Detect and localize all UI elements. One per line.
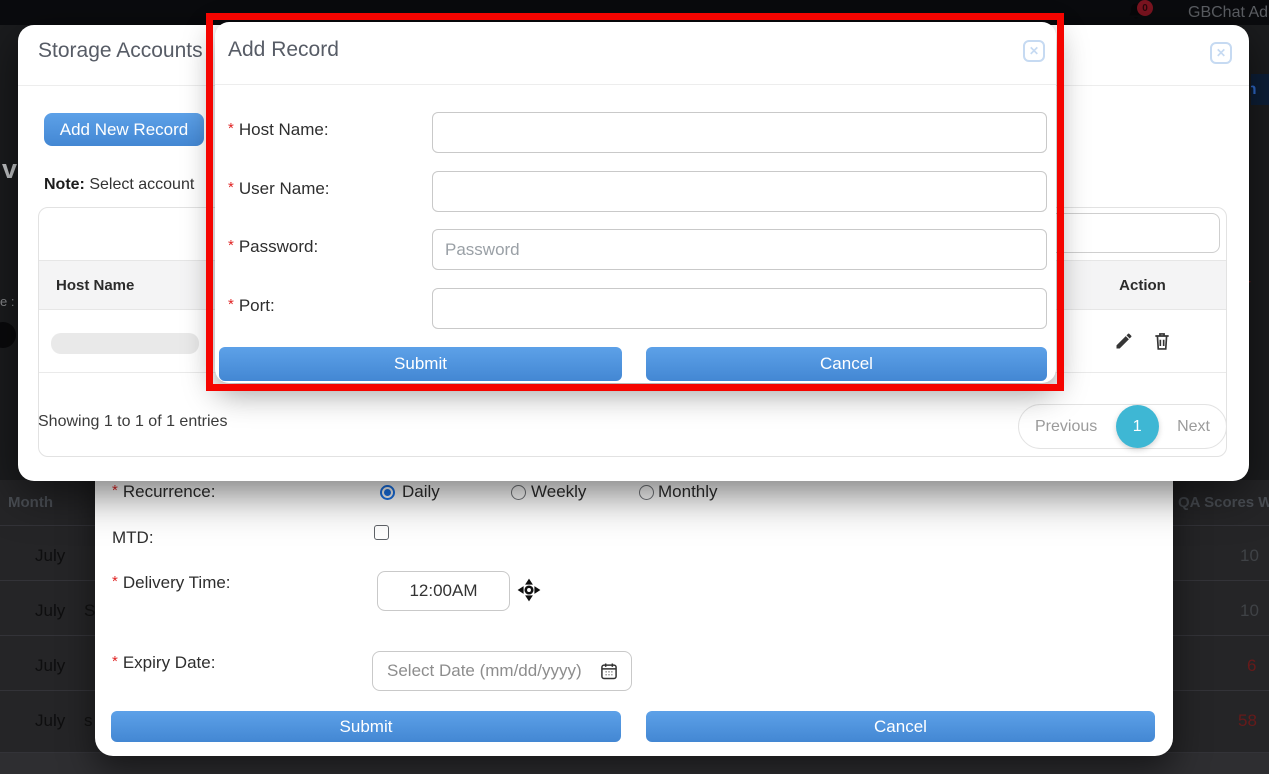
radio-weekly[interactable]: [511, 485, 526, 500]
user-name-label: *User Name:: [228, 171, 432, 212]
background-button-fragment: on: [1251, 74, 1269, 105]
close-icon[interactable]: ✕: [1023, 40, 1045, 62]
background-footer-strip: [0, 753, 1269, 774]
mtd-label: MTD:: [112, 528, 154, 548]
delivery-time-input[interactable]: [377, 571, 510, 611]
password-input[interactable]: [432, 229, 1047, 270]
delivery-time-label: *Delivery Time:: [112, 573, 231, 593]
required-marker: *: [112, 653, 118, 670]
table-cell-fragment: s: [84, 711, 93, 731]
schedule-submit-button[interactable]: Submit: [111, 711, 621, 742]
showing-entries-text: Showing 1 to 1 of 1 entries: [38, 413, 227, 431]
user-name-input[interactable]: [432, 171, 1047, 212]
add-new-record-button[interactable]: Add New Record: [44, 113, 204, 146]
add-record-cancel-button[interactable]: Cancel: [646, 347, 1047, 381]
table-row: July: [35, 546, 65, 566]
dpad-crosshair-icon[interactable]: [516, 577, 542, 603]
add-record-title: Add Record: [228, 38, 339, 62]
required-marker: *: [228, 179, 234, 196]
expiry-date-placeholder: Select Date (mm/dd/yyyy): [387, 661, 599, 681]
notification-badge: 0: [1137, 0, 1153, 16]
expiry-date-input[interactable]: Select Date (mm/dd/yyyy): [372, 651, 632, 691]
pencil-icon[interactable]: [1114, 331, 1134, 351]
close-icon[interactable]: ✕: [1210, 42, 1232, 64]
host-name-label: *Host Name:: [228, 112, 432, 153]
qa-score-value: 10: [1240, 601, 1259, 621]
qa-score-value: 10: [1240, 546, 1259, 566]
radio-weekly-label: Weekly: [531, 482, 586, 502]
required-marker: *: [228, 237, 234, 254]
radio-monthly-label: Monthly: [658, 482, 718, 502]
pagination: Previous 1 Next: [1018, 404, 1227, 449]
add-record-modal: Add Record ✕ *Host Name: *User Name: *Pa…: [215, 22, 1056, 383]
radio-monthly[interactable]: [639, 485, 654, 500]
port-label: *Port:: [228, 288, 432, 329]
table-row: July: [35, 601, 65, 621]
trash-icon[interactable]: [1152, 331, 1172, 351]
add-record-submit-button[interactable]: Submit: [219, 347, 622, 381]
port-input[interactable]: [432, 288, 1047, 329]
header-divider: [215, 84, 1056, 85]
required-marker: *: [112, 573, 118, 590]
storage-modal-title: Storage Accounts: [38, 39, 203, 63]
schedule-cancel-button[interactable]: Cancel: [646, 711, 1155, 742]
background-avatar-fragment: [0, 322, 16, 348]
table-cell-fragment: S: [84, 601, 95, 621]
required-marker: *: [228, 120, 234, 137]
host-name-input[interactable]: [432, 112, 1047, 153]
expiry-date-label: *Expiry Date:: [112, 653, 215, 673]
qa-score-value: 58: [1238, 711, 1257, 731]
mtd-checkbox[interactable]: [374, 525, 389, 540]
pagination-previous[interactable]: Previous: [1035, 418, 1097, 436]
required-marker: *: [228, 296, 234, 313]
recurrence-label: *Recurrence:: [112, 482, 215, 502]
host-name-column-header: Host Name: [56, 261, 134, 311]
month-column-header: Month: [8, 494, 53, 511]
qa-scores-column-header: QA Scores W: [1178, 494, 1269, 511]
table-row: July: [35, 656, 65, 676]
required-marker: *: [112, 482, 118, 499]
note-text: Note: Select account: [44, 176, 194, 194]
schedule-form-modal: *Recurrence: Daily Weekly Monthly MTD: *…: [95, 440, 1173, 756]
radio-daily[interactable]: [380, 485, 395, 500]
password-label: *Password:: [228, 229, 432, 270]
table-row: July: [35, 711, 65, 731]
masked-host-name: [51, 333, 199, 354]
action-column-header: Action: [1059, 261, 1226, 311]
pagination-page-1[interactable]: 1: [1116, 405, 1159, 448]
screen: 0 GBChat Ad ve e : C on ogr Month QA Sco…: [0, 0, 1269, 774]
qa-score-value: 6: [1247, 656, 1256, 676]
brand-text: GBChat Ad: [1188, 4, 1268, 22]
pagination-next[interactable]: Next: [1177, 418, 1210, 436]
radio-daily-label: Daily: [402, 482, 440, 502]
calendar-icon[interactable]: [599, 661, 619, 681]
